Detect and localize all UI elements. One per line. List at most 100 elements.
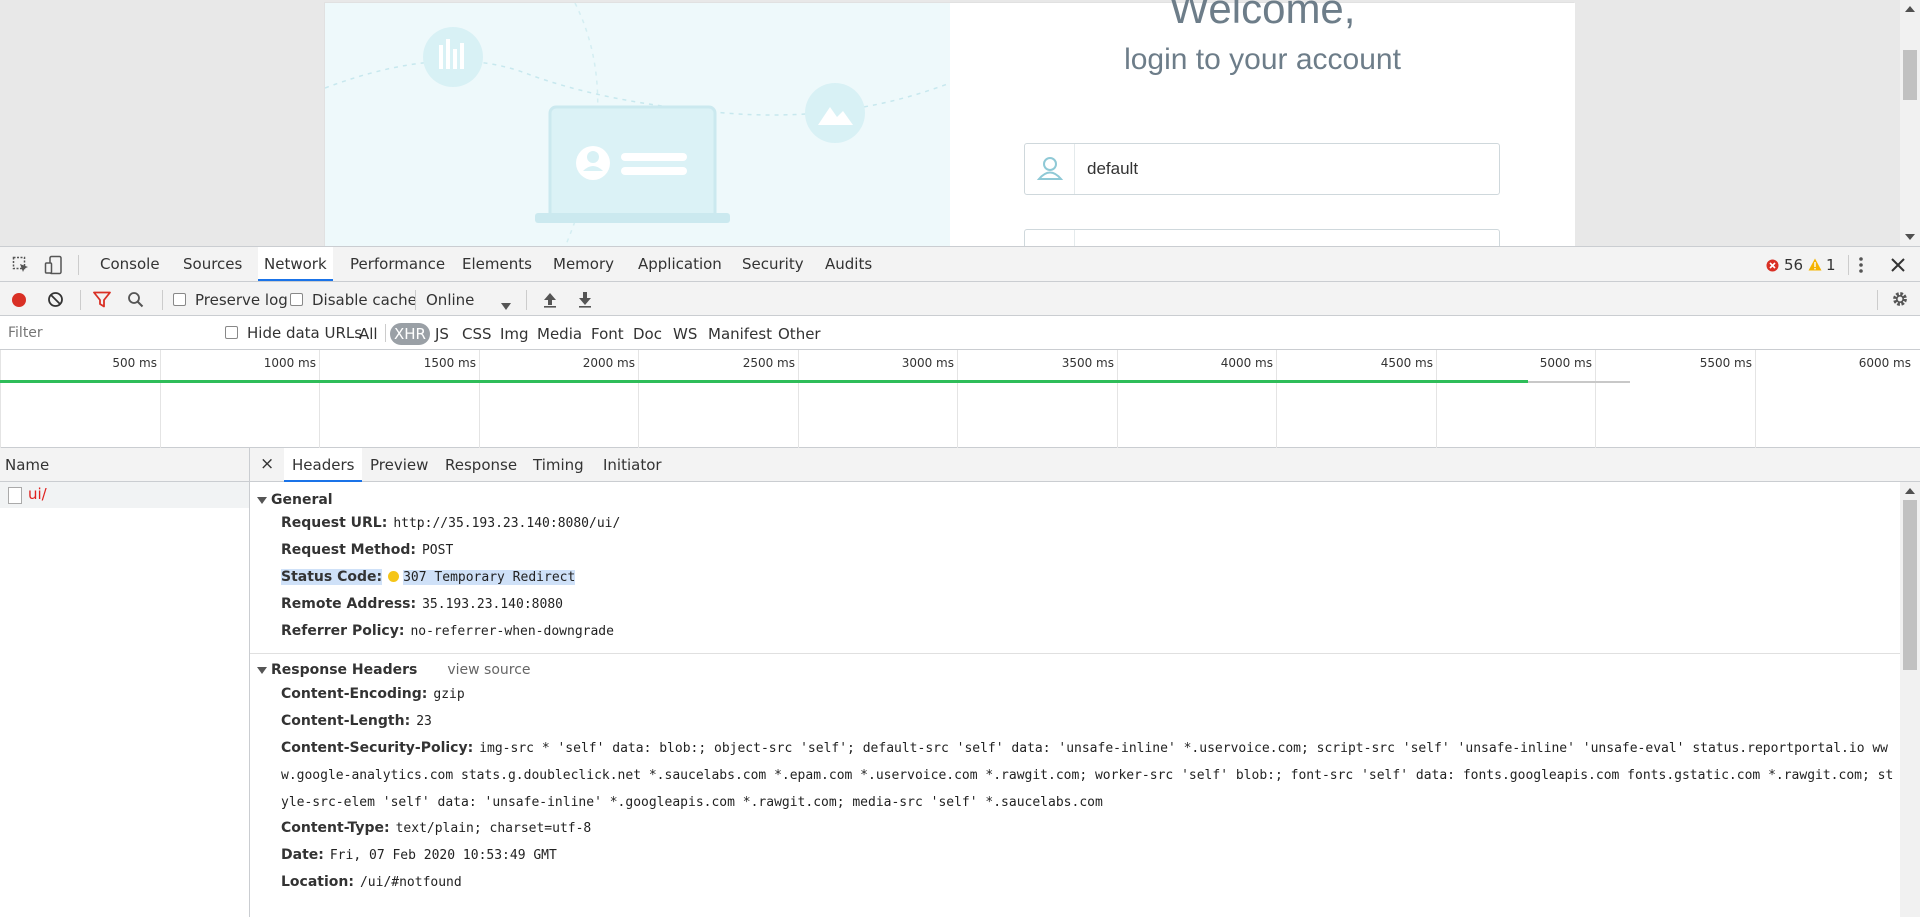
expand-triangle-icon[interactable] [257, 666, 267, 674]
clear-icon[interactable] [47, 291, 64, 312]
general-title: General [271, 492, 333, 508]
close-icon[interactable]: × [260, 448, 274, 480]
devtools-panel: Console Sources Network Performance Elem… [0, 246, 1920, 917]
illustration-graphic [325, 3, 950, 246]
header-value: 35.193.23.140:8080 [422, 597, 563, 612]
timeline-tick: 2500 ms [742, 356, 795, 370]
login-pane: Welcome, login to your account default [950, 0, 1575, 246]
hide-data-urls-label[interactable]: Hide data URLs [247, 323, 362, 343]
login-card: Welcome, login to your account default [324, 0, 1575, 246]
preserve-log-checkbox[interactable] [173, 293, 186, 306]
header-row: Content-Type: text/plain; charset=utf-8 [281, 815, 591, 842]
header-key: Request URL: [281, 515, 388, 531]
throttling-select[interactable]: Online [426, 290, 474, 310]
scroll-up-icon[interactable] [1905, 6, 1915, 12]
timeline-tick: 5500 ms [1699, 356, 1752, 370]
filter-input[interactable] [3, 322, 210, 344]
scroll-down-icon[interactable] [1905, 234, 1915, 240]
details-scroll-thumb[interactable] [1903, 500, 1917, 670]
request-row[interactable]: ui/ [0, 482, 249, 508]
details-tabbar: × Headers Preview Response Timing Initia… [250, 448, 1920, 482]
header-key: Request Method: [281, 542, 416, 558]
chevron-down-icon[interactable] [501, 296, 511, 314]
tabbar-separator [1848, 255, 1849, 275]
details-scrollbar[interactable] [1900, 482, 1920, 917]
header-row: Date: Fri, 07 Feb 2020 10:53:49 GMT [281, 842, 557, 869]
header-key: Content-Encoding: [281, 686, 428, 702]
expand-triangle-icon[interactable] [257, 496, 267, 504]
filter-type-js[interactable]: JS [431, 323, 453, 345]
warning-icon[interactable] [1808, 257, 1822, 275]
welcome-heading: Welcome, [1169, 0, 1356, 32]
response-headers-section-header[interactable]: Response Headers view source [257, 662, 531, 678]
tab-memory[interactable]: Memory [547, 247, 620, 281]
view-source-link[interactable]: view source [447, 662, 530, 678]
header-row: Content-Encoding: gzip [281, 681, 465, 708]
tab-response[interactable]: Response [437, 448, 525, 482]
disable-cache-checkbox[interactable] [290, 293, 303, 306]
error-count[interactable]: 56 [1784, 255, 1803, 275]
tab-preview[interactable]: Preview [362, 448, 436, 482]
tab-headers[interactable]: Headers [284, 448, 363, 482]
filter-type-manifest[interactable]: Manifest [704, 323, 776, 345]
timeline-overview[interactable]: 500 ms 1000 ms 1500 ms 2000 ms 2500 ms 3… [0, 350, 1920, 448]
scroll-up-icon[interactable] [1905, 488, 1915, 494]
filter-type-css[interactable]: CSS [458, 323, 496, 345]
toolbar-separator [1877, 290, 1878, 310]
export-har-icon[interactable] [577, 291, 593, 312]
device-toolbar-icon[interactable] [44, 255, 64, 279]
filter-icon[interactable] [93, 291, 111, 312]
password-field[interactable] [1024, 229, 1500, 246]
warning-count[interactable]: 1 [1826, 255, 1836, 275]
close-devtools-icon[interactable] [1891, 258, 1905, 276]
login-field[interactable]: default [1024, 143, 1500, 195]
filter-type-xhr[interactable]: XHR [390, 323, 430, 345]
record-button-icon[interactable] [11, 292, 27, 312]
filter-type-other[interactable]: Other [774, 323, 825, 345]
header-value: gzip [433, 687, 465, 702]
header-key: Location: [281, 874, 354, 890]
tab-timing[interactable]: Timing [525, 448, 592, 482]
filter-type-ws[interactable]: WS [669, 323, 701, 345]
inspect-element-icon[interactable] [12, 256, 30, 278]
preserve-log-label[interactable]: Preserve log [195, 290, 288, 310]
toolbar-separator [162, 290, 163, 310]
gear-icon[interactable] [1891, 290, 1909, 312]
name-column-header[interactable]: Name [0, 448, 249, 482]
document-icon [8, 487, 22, 504]
devtools-tabbar: Console Sources Network Performance Elem… [0, 247, 1920, 282]
general-section-header[interactable]: General [257, 492, 333, 508]
filter-type-media[interactable]: Media [533, 323, 586, 345]
tab-initiator[interactable]: Initiator [595, 448, 670, 482]
tab-performance[interactable]: Performance [344, 247, 451, 281]
toolbar-separator [415, 290, 416, 310]
error-icon[interactable] [1766, 258, 1779, 276]
page-scrollbar[interactable] [1900, 0, 1920, 246]
timeline-tick: 1000 ms [263, 356, 316, 370]
filter-type-img[interactable]: Img [496, 323, 533, 345]
filter-type-font[interactable]: Font [587, 323, 628, 345]
tab-security[interactable]: Security [736, 247, 810, 281]
request-name[interactable]: ui/ [28, 485, 47, 503]
import-har-icon[interactable] [542, 291, 558, 312]
tab-audits[interactable]: Audits [819, 247, 878, 281]
more-options-icon[interactable] [1858, 256, 1864, 278]
request-list: Name ui/ [0, 448, 250, 917]
header-value: /ui/#notfound [359, 875, 462, 890]
search-icon[interactable] [127, 291, 144, 312]
timeline-gridline [1755, 350, 1756, 448]
tab-console[interactable]: Console [94, 247, 166, 281]
tab-application[interactable]: Application [632, 247, 728, 281]
filter-type-doc[interactable]: Doc [629, 323, 666, 345]
page-scroll-thumb[interactable] [1903, 50, 1917, 100]
tab-sources[interactable]: Sources [177, 247, 248, 281]
tab-elements[interactable]: Elements [456, 247, 538, 281]
filter-type-all[interactable]: All [355, 323, 382, 345]
header-key: Content-Length: [281, 713, 411, 729]
timeline-gridline [957, 350, 958, 448]
tab-network[interactable]: Network [258, 247, 333, 281]
disable-cache-label[interactable]: Disable cache [312, 290, 417, 310]
header-value: text/plain; charset=utf-8 [395, 821, 592, 836]
hide-data-urls-checkbox[interactable] [225, 326, 238, 339]
timeline-gridline [1117, 350, 1118, 448]
